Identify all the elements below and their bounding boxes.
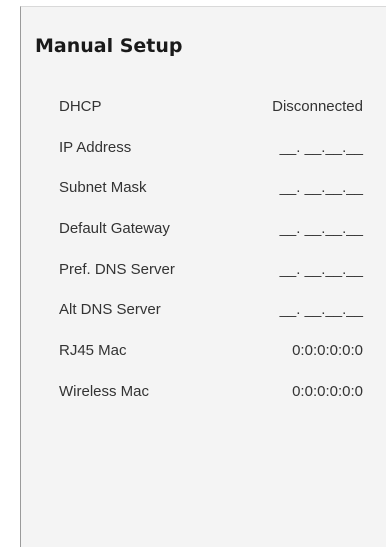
setting-row-subnet-mask[interactable]: Subnet Mask __. __.__.__ [21,169,387,210]
page-title: Manual Setup [35,35,183,57]
setting-label: Default Gateway [59,220,170,238]
setting-label: Pref. DNS Server [59,260,175,278]
setting-label: DHCP [59,98,102,115]
setting-value: __. __.__.__ [279,220,363,238]
setting-row-rj45-mac[interactable]: RJ45 Mac 0:0:0:0:0:0 [21,332,387,373]
setting-label: Wireless Mac [59,382,150,400]
setting-label: RJ45 Mac [59,342,127,360]
setting-row-wireless-mac[interactable]: Wireless Mac 0:0:0:0:0:0 [21,373,387,414]
setting-label: IP Address [59,138,132,156]
setting-value: 0:0:0:0:0:0 [292,342,363,360]
manual-setup-panel: Manual Setup DHCP Disconnected IP Addres… [20,6,386,547]
setting-value: __. __.__.__ [279,179,363,197]
setting-label: Subnet Mask [59,179,147,197]
setting-label: Alt DNS Server [59,301,161,319]
network-settings-list: DHCP Disconnected IP Address __. __.__._… [21,88,387,414]
setting-row-ip-address[interactable]: IP Address __. __.__.__ [21,129,387,170]
setting-value: __. __.__.__ [279,138,363,156]
setting-row-pref-dns-server[interactable]: Pref. DNS Server __. __.__.__ [21,251,387,292]
setting-value: __. __.__.__ [279,260,363,278]
setting-value: __. __.__.__ [279,301,363,319]
setting-row-default-gateway[interactable]: Default Gateway __. __.__.__ [21,210,387,251]
setting-value: Disconnected [272,98,363,115]
setting-value: 0:0:0:0:0:0 [292,382,363,400]
setting-row-dhcp[interactable]: DHCP Disconnected [21,88,387,129]
setting-row-alt-dns-server[interactable]: Alt DNS Server __. __.__.__ [21,291,387,332]
